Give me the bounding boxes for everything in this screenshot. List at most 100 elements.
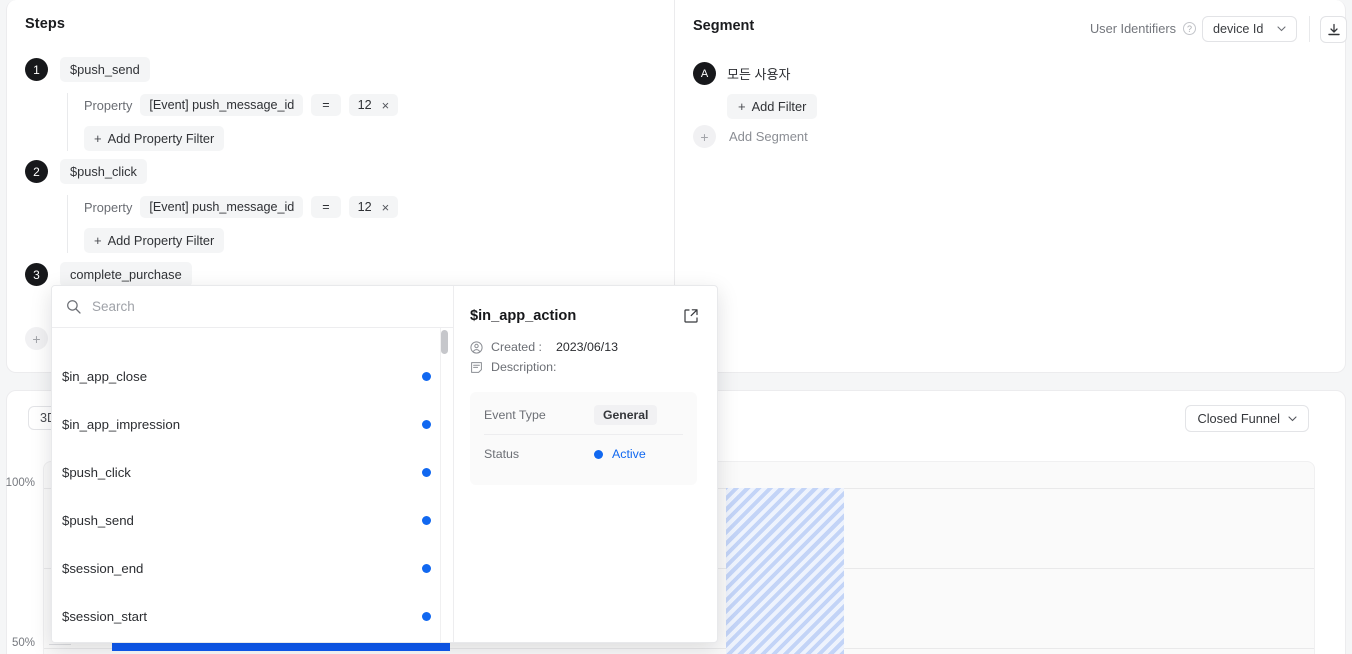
add-property-filter-button-2[interactable]: + Add Property Filter (84, 228, 225, 253)
segment-badge: A (693, 62, 716, 85)
person-icon (470, 340, 483, 354)
event-list: $in_app_close $in_app_impression $push_c… (52, 328, 453, 642)
add-filter-label: Add Filter (751, 99, 807, 114)
list-item[interactable]: $session_end (52, 544, 453, 592)
step-event-1[interactable]: $push_send (60, 57, 150, 82)
event-name: $session_start (62, 608, 148, 624)
property-operator-2[interactable]: = (311, 196, 341, 218)
segment-name[interactable]: 모든 사용자 (727, 64, 790, 83)
user-identifiers-help-icon[interactable]: ? (1183, 22, 1196, 35)
created-row: Created : 2023/06/13 (470, 340, 697, 354)
status-value: Active (612, 447, 646, 461)
app-root: Steps 1 $push_send Property [Event] push… (0, 0, 1352, 654)
event-detail-pane: $in_app_action Created : 2023/06/13 Desc… (454, 286, 717, 642)
y-tick-mark-50 (49, 644, 71, 645)
created-value: 2023/06/13 (555, 340, 618, 354)
step-filters-1: Property [Event] push_message_id = 12 × … (67, 93, 399, 151)
event-type-row: Event Type General (484, 396, 683, 434)
remove-filter-icon-2[interactable]: × (382, 201, 390, 214)
event-meta: Created : 2023/06/13 Description: (470, 340, 697, 374)
event-status-dot (422, 563, 431, 573)
segment-title: Segment (693, 18, 755, 34)
event-type-value: General (594, 405, 658, 425)
event-type-label: Event Type (484, 408, 546, 422)
external-link-icon[interactable] (683, 308, 699, 324)
event-name: $in_app_impression (62, 416, 181, 432)
property-value-1[interactable]: 12 × (348, 94, 399, 116)
created-label: Created : (491, 340, 542, 354)
property-name-2[interactable]: [Event] push_message_id (140, 196, 304, 218)
step-row-2: 2 $push_click (25, 159, 147, 184)
step-number-1: 1 (25, 58, 48, 81)
event-status-dot (422, 515, 431, 525)
event-status-dot (422, 419, 431, 429)
user-identifiers-label: User Identifiers (1089, 21, 1176, 36)
status-row: Status Active (484, 435, 683, 473)
event-picker-popup: $in_app_close $in_app_impression $push_c… (51, 285, 718, 643)
property-filter-row-1: Property [Event] push_message_id = 12 × (84, 93, 399, 117)
note-icon (470, 361, 483, 374)
status-label: Status (484, 447, 520, 461)
property-operator-1[interactable]: = (311, 94, 341, 116)
step-row-1: 1 $push_send (25, 57, 150, 82)
search-icon (66, 299, 81, 314)
user-identifier-select[interactable]: device Id (1202, 16, 1297, 42)
list-item[interactable]: $session_start (52, 592, 453, 640)
chevron-down-icon (1288, 415, 1297, 422)
property-value-2[interactable]: 12 × (348, 196, 399, 218)
step-number-2: 2 (25, 160, 48, 183)
step-event-2[interactable]: $push_click (60, 159, 147, 184)
property-name-1[interactable]: [Event] push_message_id (140, 94, 304, 116)
add-step-button[interactable]: + (25, 327, 48, 350)
user-identifier-value: device Id (1213, 22, 1264, 36)
list-item[interactable]: $in_app_impression (52, 400, 453, 448)
list-item[interactable]: $push_send (52, 496, 453, 544)
add-segment-label: Add Segment (729, 129, 808, 144)
list-item[interactable]: $push_click (52, 448, 453, 496)
remove-filter-icon-1[interactable]: × (382, 99, 390, 112)
event-detail-title: $in_app_action (470, 308, 577, 324)
status-badge: Active (594, 447, 646, 461)
add-segment-button[interactable]: + Add Segment (693, 125, 808, 148)
event-name: $session_end (62, 560, 144, 576)
y-tick-label-100: 100% (5, 477, 35, 489)
funnel-type-select[interactable]: Closed Funnel (1185, 405, 1309, 432)
event-status-dot (422, 371, 431, 381)
toolbar-divider (1309, 16, 1310, 42)
plus-icon: + (738, 99, 746, 114)
property-label-2: Property (84, 199, 133, 215)
step-number-3: 3 (25, 263, 48, 286)
add-property-filter-button-1[interactable]: + Add Property Filter (84, 126, 225, 151)
scrollbar-thumb[interactable] (441, 330, 448, 354)
search-input[interactable] (92, 299, 439, 314)
add-filter-button[interactable]: + Add Filter (727, 94, 818, 119)
description-label: Description: (491, 360, 557, 374)
event-name: $push_send (62, 512, 134, 528)
description-row: Description: (470, 360, 697, 374)
event-name: $push_click (62, 464, 131, 480)
step-row-3: 3 complete_purchase (25, 262, 192, 287)
plus-icon: + (94, 233, 102, 248)
event-search-bar (52, 286, 453, 328)
step-filters-2: Property [Event] push_message_id = 12 × … (67, 195, 399, 253)
property-value-text-1: 12 (357, 98, 372, 112)
step-event-3[interactable]: complete_purchase (60, 262, 192, 287)
event-list-scrollbar[interactable] (441, 328, 448, 642)
event-list-pane: $in_app_close $in_app_impression $push_c… (52, 286, 454, 642)
add-property-filter-label-2: Add Property Filter (107, 233, 215, 248)
download-button[interactable] (1320, 16, 1347, 43)
event-attributes-box: Event Type General Status Active (470, 392, 697, 485)
user-identifiers-label-group: User Identifiers ? (1090, 21, 1196, 36)
funnel-bar-hatched (726, 488, 844, 654)
property-value-text-2: 12 (357, 200, 372, 214)
list-item[interactable]: $in_app_close (52, 352, 453, 400)
status-dot-icon (594, 449, 603, 459)
property-filter-row-2: Property [Event] push_message_id = 12 × (84, 195, 399, 219)
y-tick-label-50: 50% (11, 637, 35, 649)
segment-panel: Segment ? User Identifiers ? device Id (675, 0, 1352, 373)
event-status-dot (422, 611, 431, 621)
funnel-type-value: Closed Funnel (1197, 411, 1280, 426)
chevron-down-icon (1277, 26, 1286, 32)
property-label-1: Property (84, 97, 133, 113)
steps-title: Steps (25, 16, 65, 32)
